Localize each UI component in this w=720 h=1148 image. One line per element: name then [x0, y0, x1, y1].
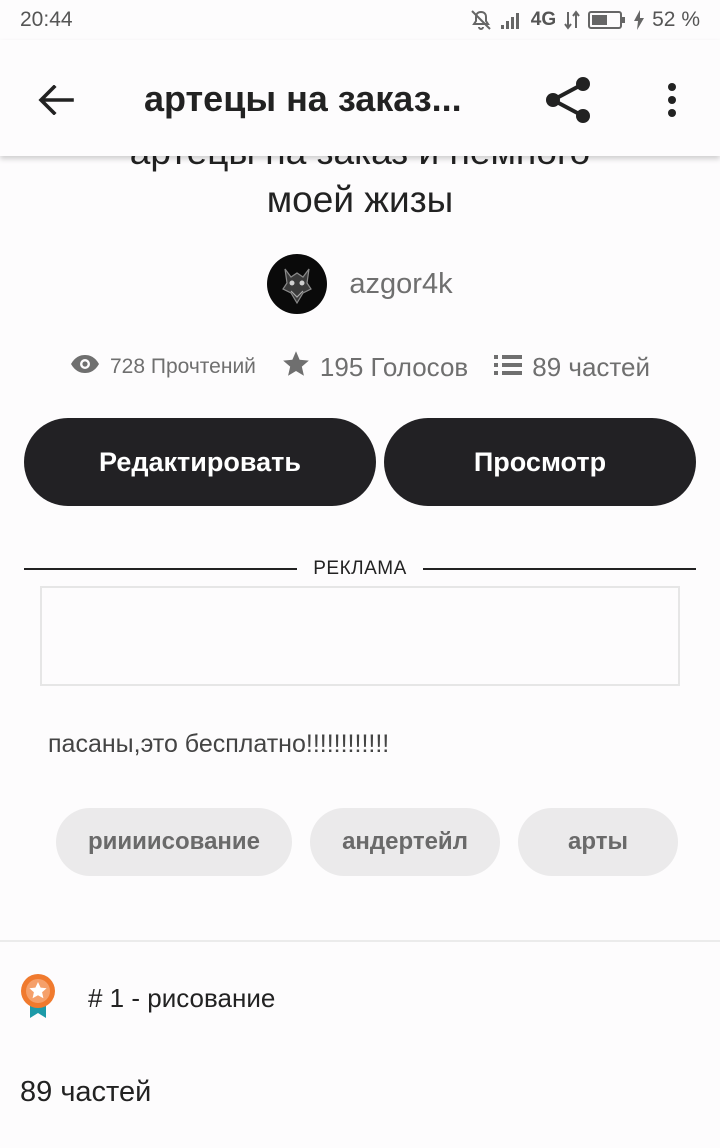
- network-type: 4G: [530, 9, 557, 30]
- votes-count: 195 Голосов: [319, 351, 469, 382]
- story-stats: 728 Прочтений 195 Голосов 89 частей: [0, 350, 720, 384]
- data-transfer-icon: [564, 10, 580, 30]
- story-description: пасаны,это бесплатно!!!!!!!!!!!!: [48, 730, 390, 758]
- ad-placeholder[interactable]: [40, 586, 680, 686]
- edit-button[interactable]: Редактировать: [24, 418, 376, 506]
- app-bar: артецы на заказ...: [0, 40, 720, 156]
- divider-line: [422, 568, 696, 570]
- avatar-image: [282, 268, 313, 305]
- status-time: 20:44: [20, 8, 73, 31]
- tag-chip[interactable]: андертейл: [310, 808, 500, 876]
- parts-count-stat: 89 частей: [532, 351, 650, 382]
- divider-line: [24, 568, 298, 570]
- battery-percent: 52 %: [652, 8, 700, 31]
- app-bar-title: артецы на заказ...: [144, 78, 462, 119]
- share-button[interactable]: [540, 74, 596, 126]
- charging-icon: [634, 10, 645, 30]
- star-icon: [282, 350, 310, 384]
- battery-icon: [588, 11, 626, 29]
- author-name[interactable]: azgor4k: [349, 268, 452, 301]
- view-button[interactable]: Просмотр: [384, 418, 696, 506]
- signal-icon: [500, 11, 523, 29]
- share-icon: [546, 77, 590, 123]
- reads-count: 728 Прочтений: [109, 355, 256, 378]
- eye-icon: [70, 354, 100, 380]
- ranking-row[interactable]: # 1 - рисование: [18, 972, 275, 1025]
- tag-chip[interactable]: арты: [518, 808, 678, 876]
- tag-chip[interactable]: риииисование: [56, 808, 292, 876]
- back-button[interactable]: [30, 78, 82, 122]
- votes-stat: 195 Голосов: [282, 350, 468, 384]
- story-title-line2: моей жизы: [266, 179, 454, 220]
- reads-stat: 728 Прочтений: [70, 354, 256, 380]
- ranking-text: # 1 - рисование: [88, 983, 276, 1013]
- status-bar: 20:44 4G 52 %: [0, 0, 720, 40]
- list-icon: [494, 352, 523, 383]
- author-row[interactable]: azgor4k: [0, 254, 720, 314]
- mute-icon: [469, 9, 493, 31]
- more-vert-icon: [668, 83, 676, 117]
- status-icons: 4G 52 %: [469, 8, 700, 32]
- tag-list: риииисование андертейл арты: [56, 808, 678, 876]
- section-divider: [0, 940, 720, 942]
- parts-stat: 89 частей: [494, 352, 650, 383]
- avatar[interactable]: [267, 254, 328, 314]
- parts-section-title: 89 частей: [20, 1076, 152, 1108]
- ranking-badge-icon: [18, 972, 58, 1025]
- ad-header: РЕКЛАМА: [24, 556, 696, 582]
- back-arrow-icon: [38, 85, 74, 115]
- more-options-button[interactable]: [652, 74, 692, 126]
- ad-label: РЕКЛАМА: [313, 558, 407, 579]
